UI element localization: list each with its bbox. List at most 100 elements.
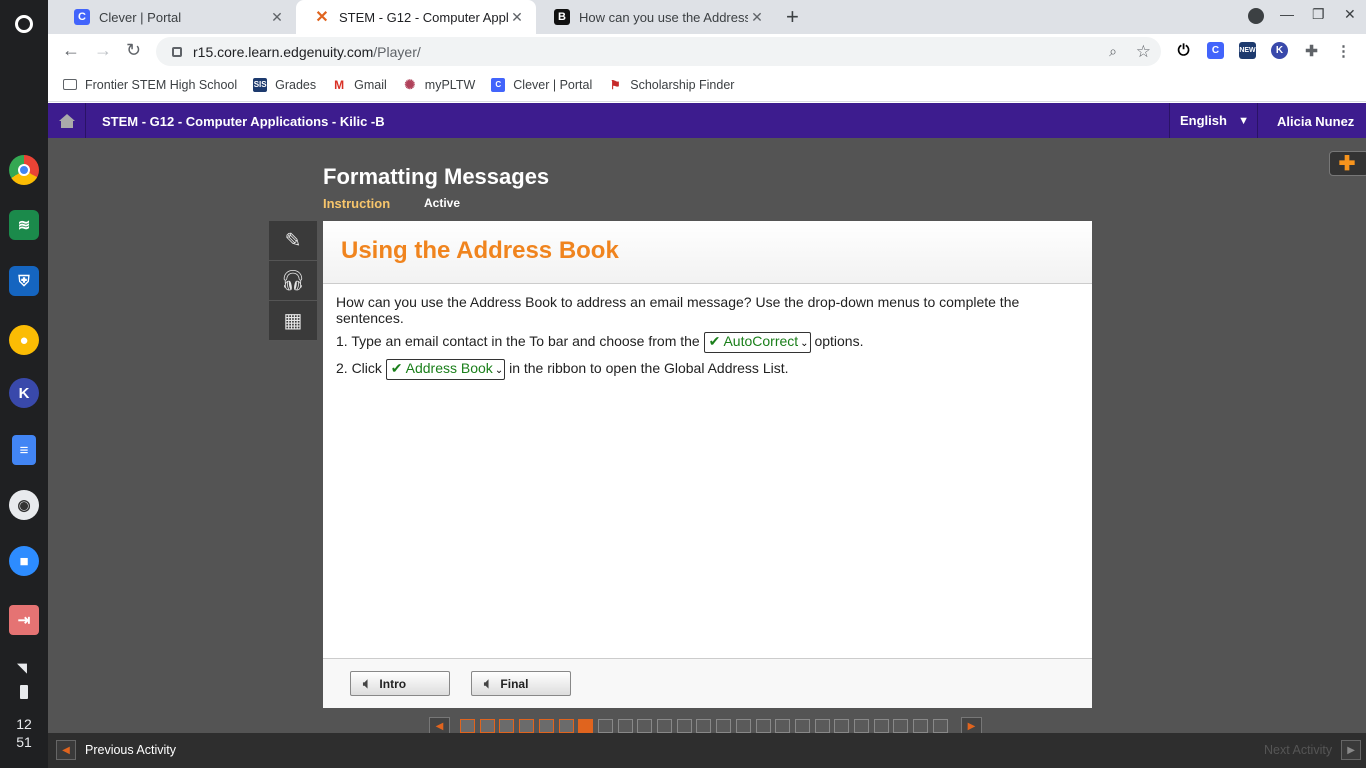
star-icon[interactable]: ☆ bbox=[1136, 42, 1151, 62]
bookmark-clever[interactable]: C Clever | Portal bbox=[491, 77, 592, 92]
menu-icon[interactable]: ⋮ bbox=[1335, 42, 1352, 60]
home-icon[interactable] bbox=[48, 103, 86, 138]
frame-box-19 bbox=[814, 719, 830, 733]
intro-audio-button[interactable]: 🔈︎ Intro bbox=[350, 671, 450, 696]
shield-app-icon[interactable]: ⛨ bbox=[9, 266, 39, 296]
exit-app-icon[interactable]: ⇥ bbox=[9, 605, 39, 635]
restore-icon[interactable]: ❐ bbox=[1312, 6, 1325, 23]
answer-dropdown-2[interactable]: ✔ Address Book ⌄ bbox=[385, 359, 506, 380]
frame-box-23 bbox=[893, 719, 909, 733]
url-path: /Player/ bbox=[373, 43, 421, 60]
zoom-icon[interactable]: ■ bbox=[9, 546, 39, 576]
headphones-icon[interactable]: 🎧︎ bbox=[269, 261, 317, 301]
battery-icon bbox=[20, 685, 28, 699]
lock-icon bbox=[172, 46, 182, 57]
chrome-icon[interactable] bbox=[9, 155, 39, 185]
wifi-icon: ◥ bbox=[17, 660, 27, 675]
frame-box-17 bbox=[775, 719, 791, 733]
tab-brainly[interactable]: B How can you use the Address Bo ✕ bbox=[536, 0, 776, 34]
frame-box-4[interactable] bbox=[519, 719, 535, 733]
launcher-icon[interactable] bbox=[15, 15, 33, 33]
question-line-2: 2. Click ✔ Address Book ⌄ in the ribbon t… bbox=[336, 359, 1079, 380]
back-icon[interactable]: ← bbox=[62, 40, 80, 61]
power-extension-icon[interactable]: ⏻ bbox=[1175, 42, 1192, 59]
os-shelf: ≋ ⛨ ● K ≡ ◉ ■ ⇥ ◥ 12 51 bbox=[0, 0, 48, 768]
tab-search-icon[interactable] bbox=[1248, 8, 1264, 24]
tab-title: Clever | Portal bbox=[99, 9, 182, 25]
bookmark-scholarship[interactable]: ⚑ Scholarship Finder bbox=[608, 78, 735, 92]
line1-text-before: 1. Type an email contact in the To bar a… bbox=[336, 333, 700, 349]
frame-box-3[interactable] bbox=[499, 719, 515, 733]
frame-box-2[interactable] bbox=[479, 719, 495, 733]
frame-box-1[interactable] bbox=[460, 719, 475, 733]
zoom-icon[interactable]: ⌕ bbox=[1109, 43, 1117, 60]
frame-box-25 bbox=[932, 719, 948, 733]
close-tab-icon[interactable]: ✕ bbox=[268, 9, 286, 26]
close-tab-icon[interactable]: ✕ bbox=[508, 9, 526, 26]
expand-plus-button[interactable]: ✚ bbox=[1329, 151, 1366, 176]
chevron-right-icon: ▶ bbox=[1341, 740, 1362, 760]
dropdown-1-value: ✔ AutoCorrect bbox=[708, 333, 799, 349]
chevron-down-icon: ▼ bbox=[1238, 114, 1249, 127]
answer-dropdown-1[interactable]: ✔ AutoCorrect ⌄ bbox=[703, 332, 811, 353]
address-bar[interactable]: r15.core.learn.edgenuity.com/Player/ ⌕ ☆ bbox=[156, 37, 1161, 66]
bookmark-grades[interactable]: SIS Grades bbox=[253, 77, 316, 92]
close-window-icon[interactable]: ✕ bbox=[1344, 6, 1356, 23]
edgenuity-icon[interactable]: ≋ bbox=[9, 210, 39, 240]
bookmark-label: Gmail bbox=[354, 77, 387, 92]
bookmark-label: Frontier STEM High School bbox=[85, 77, 238, 92]
line2-text-after: in the ribbon to open the Global Address… bbox=[509, 360, 789, 376]
calculator-icon[interactable]: ▦ bbox=[269, 301, 317, 341]
frame-box-5[interactable] bbox=[538, 719, 554, 733]
language-select[interactable]: English ▼ bbox=[1169, 103, 1258, 138]
new-tab-icon[interactable]: + bbox=[786, 4, 799, 30]
activity-tab-instruction[interactable]: Instruction bbox=[323, 196, 390, 211]
language-label: English bbox=[1180, 113, 1227, 128]
keep-icon[interactable]: ● bbox=[9, 325, 39, 355]
pencil-icon[interactable]: ✎ bbox=[269, 221, 317, 261]
chevron-down-icon: ⌄ bbox=[494, 365, 504, 376]
previous-activity-button[interactable]: ◀ Previous Activity bbox=[56, 740, 176, 760]
k-extension-icon[interactable]: K bbox=[1271, 42, 1288, 59]
question-body: How can you use the Address Book to addr… bbox=[323, 284, 1092, 396]
gmail-icon: M bbox=[334, 77, 345, 92]
docs-icon[interactable]: ≡ bbox=[12, 435, 36, 465]
bookmark-gmail[interactable]: M Gmail bbox=[332, 78, 387, 92]
frame-box-8 bbox=[597, 719, 613, 733]
camera-icon[interactable]: ◉ bbox=[9, 490, 39, 520]
forward-icon[interactable]: → bbox=[94, 40, 112, 61]
clever-icon: C bbox=[491, 77, 506, 92]
frame-box-7[interactable] bbox=[578, 719, 594, 733]
bookmark-frontier[interactable]: Frontier STEM High School bbox=[63, 78, 237, 92]
reload-icon[interactable]: ↻ bbox=[126, 40, 141, 61]
frame-box-16 bbox=[755, 719, 771, 733]
clock[interactable]: 12 51 bbox=[0, 715, 48, 751]
content-panel: Using the Address Book How can you use t… bbox=[323, 221, 1092, 708]
final-audio-button[interactable]: 🔈︎ Final bbox=[471, 671, 571, 696]
frame-box-15 bbox=[735, 719, 751, 733]
frame-box-21 bbox=[854, 719, 869, 733]
frame-navigator: ◀ ▶ bbox=[429, 715, 987, 735]
activity-title: Formatting Messages bbox=[323, 164, 550, 189]
tab-clever[interactable]: C Clever | Portal ✕ bbox=[56, 0, 296, 34]
question-prompt: How can you use the Address Book to addr… bbox=[336, 294, 1020, 326]
tab-stem-course[interactable]: ✕ STEM - G12 - Computer Applicat ✕ bbox=[296, 0, 536, 34]
frame-box-6[interactable] bbox=[558, 719, 574, 733]
tab-strip: C Clever | Portal ✕ ✕ STEM - G12 - Compu… bbox=[48, 0, 1366, 34]
activity-status: Active bbox=[424, 196, 461, 210]
frame-box-13 bbox=[696, 719, 712, 733]
previous-activity-label: Previous Activity bbox=[85, 743, 177, 757]
k-app-icon[interactable]: K bbox=[9, 378, 39, 408]
extensions-icon[interactable]: ✚ bbox=[1303, 42, 1320, 60]
pltw-icon: ✺ bbox=[404, 76, 416, 92]
question-line-1: 1. Type an email contact in the To bar a… bbox=[336, 332, 1079, 353]
speaker-icon: 🔈︎ bbox=[363, 675, 372, 691]
chevron-left-icon: ◀ bbox=[56, 740, 76, 760]
user-name[interactable]: Alicia Nunez bbox=[1277, 114, 1354, 129]
new-extension-icon[interactable]: NEW bbox=[1239, 42, 1256, 59]
minimize-icon[interactable]: — bbox=[1280, 6, 1294, 22]
next-activity-button[interactable]: Next Activity ▶ bbox=[1264, 740, 1362, 760]
close-tab-icon[interactable]: ✕ bbox=[748, 9, 766, 26]
clever-extension-icon[interactable]: C bbox=[1207, 42, 1224, 59]
bookmark-mypltw[interactable]: ✺ myPLTW bbox=[403, 76, 475, 92]
